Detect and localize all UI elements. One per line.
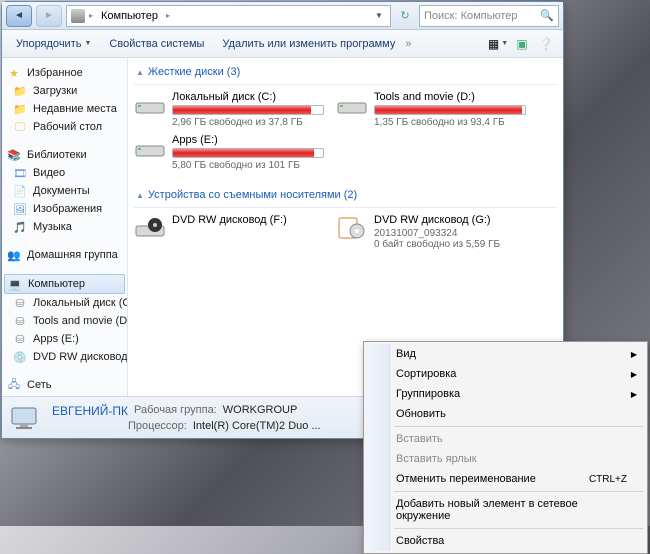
disc-box-icon <box>336 214 368 242</box>
sidebar-item-desktop[interactable]: 🖵Рабочий стол <box>2 118 127 136</box>
picture-icon: 🖼 <box>12 202 28 216</box>
sidebar-item-music[interactable]: 🎵Музыка <box>2 218 127 236</box>
sidebar-computer[interactable]: 💻Компьютер <box>4 274 125 294</box>
usage-bar <box>172 148 324 158</box>
drive-icon: ⛁ <box>12 296 28 310</box>
chevron-right-icon: ▶ <box>631 350 637 359</box>
separator <box>394 426 643 427</box>
network-icon: 🖧 <box>6 378 22 392</box>
drive-icon: ⛁ <box>12 332 28 346</box>
system-properties-button[interactable]: Свойства системы <box>101 35 212 53</box>
separator <box>394 491 643 492</box>
toolbar: Упорядочить▼ Свойства системы Удалить ил… <box>2 30 563 58</box>
desktop-icon: 🖵 <box>12 120 28 134</box>
sidebar-network[interactable]: 🖧Сеть <box>2 376 127 394</box>
ctx-refresh[interactable]: Обновить <box>366 404 645 424</box>
drive-d[interactable]: Tools and movie (D:) 1,35 ГБ свободно из… <box>336 91 526 128</box>
search-icon: 🔍 <box>540 9 554 22</box>
address-bar[interactable]: ▸ Компьютер ▸ ▼ <box>66 5 391 27</box>
sidebar-item-drive-d[interactable]: ⛁Tools and movie (D:) <box>2 312 127 330</box>
drive-icon <box>134 134 166 162</box>
search-placeholder: Поиск: Компьютер <box>424 10 518 22</box>
sidebar-item-drive-c[interactable]: ⛁Локальный диск (C:) <box>2 294 127 312</box>
sidebar-libraries[interactable]: 📚Библиотеки <box>2 146 127 164</box>
sidebar: ★Избранное 📁Загрузки 📁Недавние места 🖵Ра… <box>2 58 128 396</box>
nav-forward-button[interactable]: ► <box>36 5 62 27</box>
ctx-paste: Вставить <box>366 429 645 449</box>
ctx-view[interactable]: Вид▶ <box>366 344 645 364</box>
separator <box>394 528 643 529</box>
computer-icon: 💻 <box>7 277 23 291</box>
organize-button[interactable]: Упорядочить▼ <box>8 35 99 53</box>
usage-bar <box>172 105 324 115</box>
drive-label: DVD RW дисковод (G:) <box>374 214 526 226</box>
chevron-right-icon: ▸ <box>89 11 93 20</box>
sidebar-item-downloads[interactable]: 📁Загрузки <box>2 82 127 100</box>
drive-icon: ⛁ <box>12 314 28 328</box>
section-removable[interactable]: ▲Устройства со съемными носителями (2) <box>134 185 557 208</box>
sidebar-item-dvd[interactable]: 💿DVD RW дисковод (… <box>2 348 127 366</box>
nav-back-button[interactable]: ◄ <box>6 5 32 27</box>
ctx-paste-shortcut: Вставить ярлык <box>366 449 645 469</box>
music-icon: 🎵 <box>12 220 28 234</box>
titlebar: ◄ ► ▸ Компьютер ▸ ▼ ↻ Поиск: Компьютер 🔍 <box>2 2 563 30</box>
homegroup-icon: 👥 <box>6 248 22 262</box>
drive-e[interactable]: Apps (E:) 5,80 ГБ свободно из 101 ГБ <box>134 134 324 171</box>
folder-icon: 📁 <box>12 102 28 116</box>
usage-bar <box>374 105 526 115</box>
sidebar-favorites[interactable]: ★Избранное <box>2 64 127 82</box>
chevron-down-icon[interactable]: ▼ <box>372 11 386 20</box>
drive-g[interactable]: DVD RW дисковод (G:) 20131007_093324 0 б… <box>336 214 526 250</box>
ctx-sort[interactable]: Сортировка▶ <box>366 364 645 384</box>
ctx-undo-rename[interactable]: Отменить переименованиеCTRL+Z <box>366 469 645 489</box>
drive-label: Локальный диск (C:) <box>172 91 324 103</box>
folder-icon: 📁 <box>12 84 28 98</box>
sidebar-item-video[interactable]: 🎞Видео <box>2 164 127 182</box>
shortcut-label: CTRL+Z <box>589 474 627 485</box>
star-icon: ★ <box>6 66 22 80</box>
drive-sub-label: 20131007_093324 <box>374 228 526 239</box>
sidebar-item-drive-e[interactable]: ⛁Apps (E:) <box>2 330 127 348</box>
section-hard-drives[interactable]: ▲Жесткие диски (3) <box>134 62 557 85</box>
sidebar-item-recent[interactable]: 📁Недавние места <box>2 100 127 118</box>
search-input[interactable]: Поиск: Компьютер 🔍 <box>419 5 559 27</box>
drive-f[interactable]: DVD RW дисковод (F:) <box>134 214 324 250</box>
ctx-properties[interactable]: Свойства <box>366 531 645 551</box>
library-icon: 📚 <box>6 148 22 162</box>
view-mode-button[interactable]: ▦▼ <box>487 34 509 54</box>
computer-icon <box>71 9 85 23</box>
sidebar-item-documents[interactable]: 📄Документы <box>2 182 127 200</box>
help-button[interactable]: ❔ <box>535 34 557 54</box>
chevron-right-icon: ▶ <box>631 370 637 379</box>
uninstall-button[interactable]: Удалить или изменить программу <box>214 35 403 53</box>
ctx-add-network[interactable]: Добавить новый элемент в сетевое окружен… <box>366 494 645 526</box>
triangle-icon: ▲ <box>136 191 144 200</box>
chevron-right-icon: ▸ <box>166 11 170 20</box>
chevron-right-icon: ▶ <box>631 390 637 399</box>
triangle-icon: ▲ <box>136 68 144 77</box>
disc-icon <box>134 214 166 242</box>
computer-icon <box>10 404 42 432</box>
refresh-button[interactable]: ↻ <box>395 6 415 26</box>
sidebar-item-pictures[interactable]: 🖼Изображения <box>2 200 127 218</box>
preview-pane-button[interactable]: ▣ <box>511 34 533 54</box>
drive-label: Apps (E:) <box>172 134 324 146</box>
document-icon: 📄 <box>12 184 28 198</box>
drive-label: Tools and movie (D:) <box>374 91 526 103</box>
drive-free-text: 1,35 ГБ свободно из 93,4 ГБ <box>374 117 526 128</box>
context-menu: Вид▶ Сортировка▶ Группировка▶ Обновить В… <box>363 341 648 554</box>
drive-icon <box>336 91 368 119</box>
pc-name: ЕВГЕНИЙ-ПК <box>52 404 128 418</box>
drive-icon <box>134 91 166 119</box>
sidebar-homegroup[interactable]: 👥Домашняя группа <box>2 246 127 264</box>
disc-icon: 💿 <box>12 350 28 364</box>
drive-label: DVD RW дисковод (F:) <box>172 214 324 226</box>
breadcrumb-computer[interactable]: Компьютер <box>97 10 162 22</box>
drive-free-text: 5,80 ГБ свободно из 101 ГБ <box>172 160 324 171</box>
drive-free-text: 0 байт свободно из 5,59 ГБ <box>374 239 526 250</box>
drive-c[interactable]: Локальный диск (C:) 2,96 ГБ свободно из … <box>134 91 324 128</box>
video-icon: 🎞 <box>12 166 28 180</box>
ctx-group[interactable]: Группировка▶ <box>366 384 645 404</box>
drive-free-text: 2,96 ГБ свободно из 37,8 ГБ <box>172 117 324 128</box>
